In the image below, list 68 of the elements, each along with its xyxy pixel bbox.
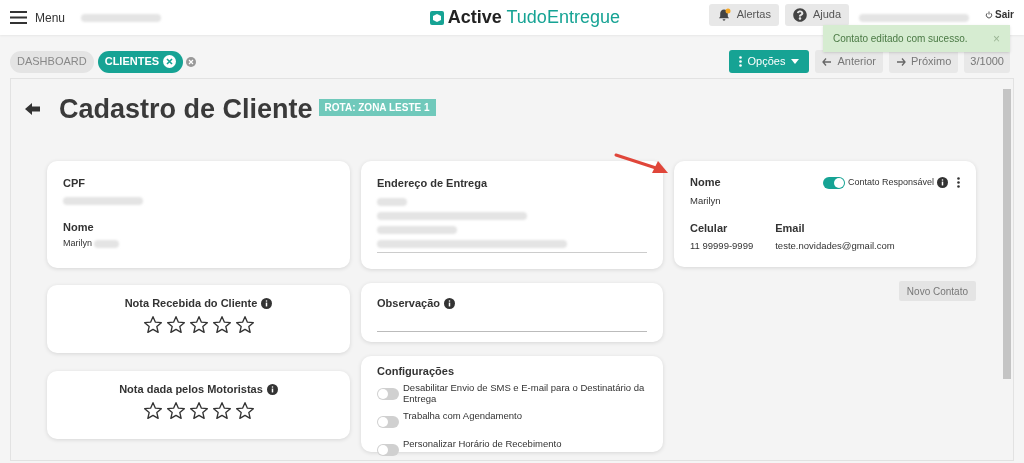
field-label: Nome xyxy=(690,175,721,190)
settings-title: Configurações xyxy=(377,364,455,378)
field-value: 11 99999-9999 xyxy=(690,239,754,254)
options-button[interactable]: Opções xyxy=(728,50,810,73)
star-icon[interactable] xyxy=(165,400,186,421)
arrow-right-icon xyxy=(896,56,906,67)
toggle-label: Trabalha com Agendamento xyxy=(403,410,522,421)
menu-button[interactable]: Menu xyxy=(10,8,66,27)
star-icon[interactable] xyxy=(188,314,209,335)
star-icon[interactable] xyxy=(165,314,186,335)
toggle-switch[interactable] xyxy=(377,388,399,400)
star-icon[interactable] xyxy=(211,400,232,421)
field-label: Observação xyxy=(377,296,440,311)
back-arrow-icon[interactable] xyxy=(25,102,41,116)
star-icon[interactable] xyxy=(234,314,255,335)
scrollbar[interactable] xyxy=(1003,89,1011,379)
rating-title: Nota Recebida do Cliente xyxy=(124,296,258,311)
blurred-text xyxy=(377,197,407,206)
next-button[interactable]: Próximo xyxy=(889,50,959,73)
rating-title: Nota dada pelos Motoristas xyxy=(119,382,263,397)
help-button[interactable]: Ajuda xyxy=(784,3,850,26)
kebab-icon xyxy=(738,56,742,67)
field-label: Nome xyxy=(63,219,95,235)
new-contact-button[interactable]: Novo Contato xyxy=(898,281,976,301)
app-logo: Active TudoEntregue xyxy=(447,6,620,29)
kebab-icon[interactable] xyxy=(957,177,960,189)
toggle-switch[interactable] xyxy=(377,444,399,456)
box-icon xyxy=(429,10,444,25)
star-rating[interactable] xyxy=(142,400,255,421)
close-icon[interactable] xyxy=(163,55,177,68)
power-icon xyxy=(985,10,994,19)
record-counter: 3/1000 xyxy=(964,50,1010,73)
tab[interactable]: DASHBOARD xyxy=(10,50,94,73)
route-badge: ROTA: ZONA LESTE 1 xyxy=(318,98,436,116)
arrow-left-icon xyxy=(822,56,833,67)
field-label: Celular xyxy=(690,220,729,236)
tab[interactable]: CLIENTES xyxy=(97,50,184,73)
page-title: Cadastro de Cliente xyxy=(59,93,313,126)
field-label: CPF xyxy=(63,176,86,191)
toggle-label: Personalizar Horário de Recebimento xyxy=(403,438,562,449)
field-value: Marilyn xyxy=(690,193,721,208)
info-icon xyxy=(937,177,948,189)
blurred-text xyxy=(94,240,119,248)
field-value: Marilyn xyxy=(63,237,92,251)
toggle-label: Desabilitar Envio de SMS e E-mail para o Destinatário da Entrega xyxy=(403,382,646,404)
field-label: Endereço de Entrega xyxy=(377,176,489,191)
logout-link[interactable]: Sair xyxy=(985,7,1014,22)
caret-icon xyxy=(791,59,800,64)
field-value: teste.novidades@gmail.com xyxy=(775,239,895,254)
star-icon[interactable] xyxy=(234,400,255,421)
field-label: Email xyxy=(775,220,806,236)
info-icon xyxy=(444,297,455,309)
star-icon[interactable] xyxy=(188,400,209,421)
menu-icon xyxy=(10,11,27,24)
star-icon[interactable] xyxy=(142,314,163,335)
alerts-button[interactable]: Alertas xyxy=(708,3,779,26)
info-icon xyxy=(261,297,273,309)
toggle-label: Contato Responsável xyxy=(847,176,934,189)
previous-button[interactable]: Anterior xyxy=(815,50,883,73)
toast-message: Contato editado com sucesso. xyxy=(833,32,968,46)
toggle-switch[interactable] xyxy=(377,416,399,428)
star-icon[interactable] xyxy=(211,314,232,335)
info-icon xyxy=(266,383,278,395)
toggle-switch[interactable] xyxy=(822,176,845,189)
star-rating[interactable] xyxy=(142,314,255,335)
close-icon[interactable] xyxy=(186,56,197,67)
star-icon[interactable] xyxy=(142,400,163,421)
pointer-arrow xyxy=(614,153,670,175)
